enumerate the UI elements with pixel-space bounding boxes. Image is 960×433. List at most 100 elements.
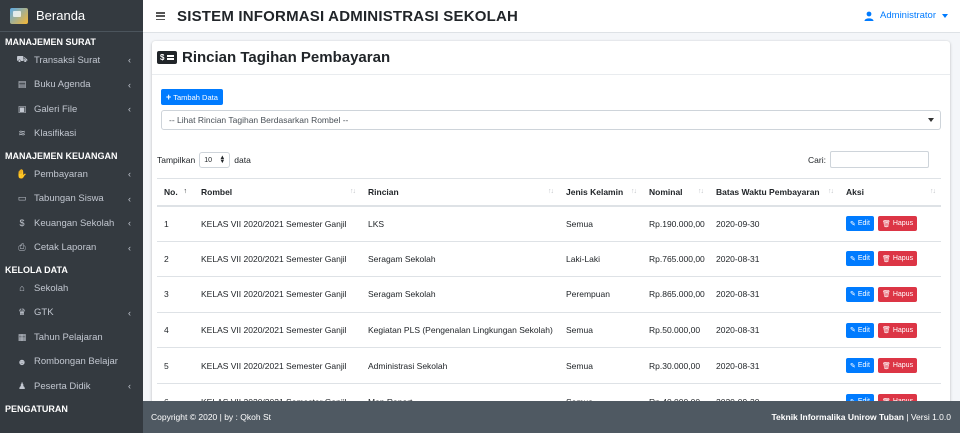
table-cell: Semua	[559, 347, 642, 384]
table-cell: KELAS VII 2020/2021 Semester Ganjil	[194, 347, 361, 384]
pencil-icon: ✎	[850, 255, 856, 263]
sidebar: Beranda MANAJEMEN SURAT ⛟ Transaksi Surat ‹…	[0, 0, 143, 433]
student-icon: ♟	[17, 380, 27, 391]
brand-text: Beranda	[36, 8, 86, 23]
sidebar-item-rombongan-belajar[interactable]: ☻ Rombongan Belajar	[0, 350, 143, 375]
column-header[interactable]: Batas Waktu Pembayaran ↑↓	[709, 178, 839, 207]
money-bill-icon: $	[157, 51, 177, 64]
column-header[interactable]: Aksi ↑↓	[839, 178, 941, 207]
table-cell: Rp.30.000,00	[642, 347, 709, 384]
table-cell: Semua	[559, 382, 642, 401]
trash-icon: 🗑	[881, 220, 891, 228]
edit-button[interactable]: ✎Edit	[846, 322, 874, 338]
column-header[interactable]: Rombel ↑↓	[194, 178, 361, 207]
page-length-select[interactable]: 10 ▲ ▼	[199, 152, 231, 168]
table-cell: Semua	[559, 205, 642, 242]
edit-button[interactable]: ✎Edit	[846, 251, 874, 267]
table-cell: KELAS VII 2020/2021 Semester Ganjil	[194, 205, 361, 242]
column-header[interactable]: No. ↑	[157, 178, 194, 207]
delete-button[interactable]: 🗑Hapus	[877, 394, 918, 401]
table-header-row: No. ↑ Rombel ↑↓ Rincian ↑↓ Jenis Kelamin ↑↓ Nomi…	[157, 178, 941, 207]
table-cell: 2020-09-30	[709, 205, 839, 242]
sidebar-item-gtk[interactable]: ♛ GTK ‹	[0, 301, 143, 326]
edit-button[interactable]: ✎Edit	[846, 358, 874, 374]
table-row: 2 KELAS VII 2020/2021 Semester Ganjil Sera…	[157, 240, 941, 277]
column-header[interactable]: Jenis Kelamin ↑↓	[559, 178, 642, 207]
actions-cell: ✎Edit🗑Hapus	[839, 382, 941, 401]
sidebar-item-label: Keuangan Sekolah	[34, 217, 115, 229]
column-header[interactable]: Rincian ↑↓	[361, 178, 559, 207]
image-icon: ▣	[17, 103, 27, 114]
menu-toggle-icon[interactable]	[156, 12, 165, 20]
chevron-left-icon: ‹	[128, 169, 131, 180]
user-menu[interactable]: Administrator	[864, 10, 948, 21]
sidebar-item-peserta-didik[interactable]: ♟ Peserta Didik ‹	[0, 374, 143, 399]
sidebar-item-pembayaran[interactable]: ✋ Pembayaran ‹	[0, 162, 143, 187]
sidebar-item-klasifikasi[interactable]: ≋ Klasifikasi	[0, 122, 143, 147]
school-icon: ⌂	[19, 283, 25, 294]
actions-cell: ✎Edit🗑Hapus	[839, 347, 941, 384]
delete-button[interactable]: 🗑Hapus	[877, 286, 918, 302]
sort-icon: ↑↓	[930, 188, 936, 195]
brand-logo-icon	[10, 7, 28, 24]
table-cell: Perempuan	[559, 276, 642, 313]
trash-icon: 🗑	[881, 327, 891, 335]
sidebar-item-tahun-pelajaran[interactable]: ▦ Tahun Pelajaran	[0, 325, 143, 350]
nav-header: PENGATURAN	[5, 403, 68, 414]
table-cell: Rp.765.000,00	[642, 240, 709, 277]
delete-button[interactable]: 🗑Hapus	[877, 251, 918, 267]
sidebar-item-keuangan-sekolah[interactable]: $ Keuangan Sekolah ‹	[0, 211, 143, 236]
search-control: Cari:	[808, 151, 929, 168]
table-cell: 4	[157, 311, 194, 348]
sort-asc-icon: ↑	[183, 188, 187, 195]
delete-button[interactable]: 🗑Hapus	[877, 216, 918, 232]
brand-link[interactable]: Beranda	[0, 0, 143, 32]
updown-icon: ▲ ▼	[219, 155, 226, 165]
plus-icon: +	[166, 92, 172, 102]
pencil-icon: ✎	[850, 327, 856, 335]
truck-icon: ⛟	[16, 54, 28, 65]
table-cell: Administrasi Sekolah	[361, 347, 559, 384]
layers-icon: ≋	[18, 128, 26, 139]
table-cell: Rp.50.000,00	[642, 311, 709, 348]
search-input[interactable]	[830, 151, 929, 168]
pencil-icon: ✎	[850, 220, 856, 228]
sidebar-item-tabungan-siswa[interactable]: ▭ Tabungan Siswa ‹	[0, 187, 143, 212]
sidebar-item-label: Sekolah	[34, 282, 69, 294]
print-icon: ⎙	[18, 242, 26, 253]
footer-copyright: Copyright © 2020 | by : Qkoh St	[151, 412, 271, 422]
trash-icon: 🗑	[881, 291, 891, 299]
delete-button[interactable]: 🗑Hapus	[877, 322, 918, 338]
sidebar-item-label: Peserta Didik	[34, 380, 91, 392]
billing-table: No. ↑ Rombel ↑↓ Rincian ↑↓ Jenis Kelamin ↑↓ Nomi…	[157, 178, 941, 401]
rombel-filter-select[interactable]: -- Lihat Rincian Tagihan Berdasarkan Rom…	[161, 110, 941, 130]
table-cell: Map Raport	[361, 382, 559, 401]
chevron-left-icon: ‹	[128, 193, 131, 204]
topbar: SISTEM INFORMASI ADMINISTRASI SEKOLAH Ad…	[143, 0, 960, 33]
sidebar-item-label: Pembayaran	[34, 168, 88, 180]
sidebar-item-buku-agenda[interactable]: ▤ Buku Agenda ‹	[0, 73, 143, 98]
sidebar-item-galeri-file[interactable]: ▣ Galeri File ‹	[0, 97, 143, 122]
sort-icon: ↑↓	[828, 188, 834, 195]
edit-button[interactable]: ✎Edit	[846, 216, 874, 232]
sidebar-item-label: Klasifikasi	[34, 128, 77, 140]
edit-button[interactable]: ✎Edit	[846, 286, 874, 302]
sidebar-item-sekolah[interactable]: ⌂ Sekolah	[0, 276, 143, 301]
chevron-left-icon: ‹	[128, 381, 131, 392]
sidebar-item-label: Galeri File	[34, 103, 78, 115]
sort-icon: ↑↓	[548, 188, 554, 195]
sort-icon: ↑↓	[698, 188, 704, 195]
table-cell: KELAS VII 2020/2021 Semester Ganjil	[194, 240, 361, 277]
chevron-left-icon: ‹	[128, 104, 131, 115]
table-cell: 1	[157, 205, 194, 242]
add-data-button[interactable]: + Tambah Data	[161, 89, 223, 105]
sidebar-item-label: Buku Agenda	[34, 79, 91, 91]
table-cell: 2020-08-31	[709, 276, 839, 313]
delete-button[interactable]: 🗑Hapus	[877, 358, 918, 374]
edit-button[interactable]: ✎Edit	[846, 394, 874, 401]
column-header[interactable]: Nominal ↑↓	[642, 178, 709, 207]
chevron-left-icon: ‹	[128, 307, 131, 318]
sidebar-item-cetak-laporan[interactable]: ⎙ Cetak Laporan ‹	[0, 236, 143, 261]
table-cell: Seragam Sekolah	[361, 240, 559, 277]
sidebar-item-transaksi-surat[interactable]: ⛟ Transaksi Surat ‹	[0, 48, 143, 73]
